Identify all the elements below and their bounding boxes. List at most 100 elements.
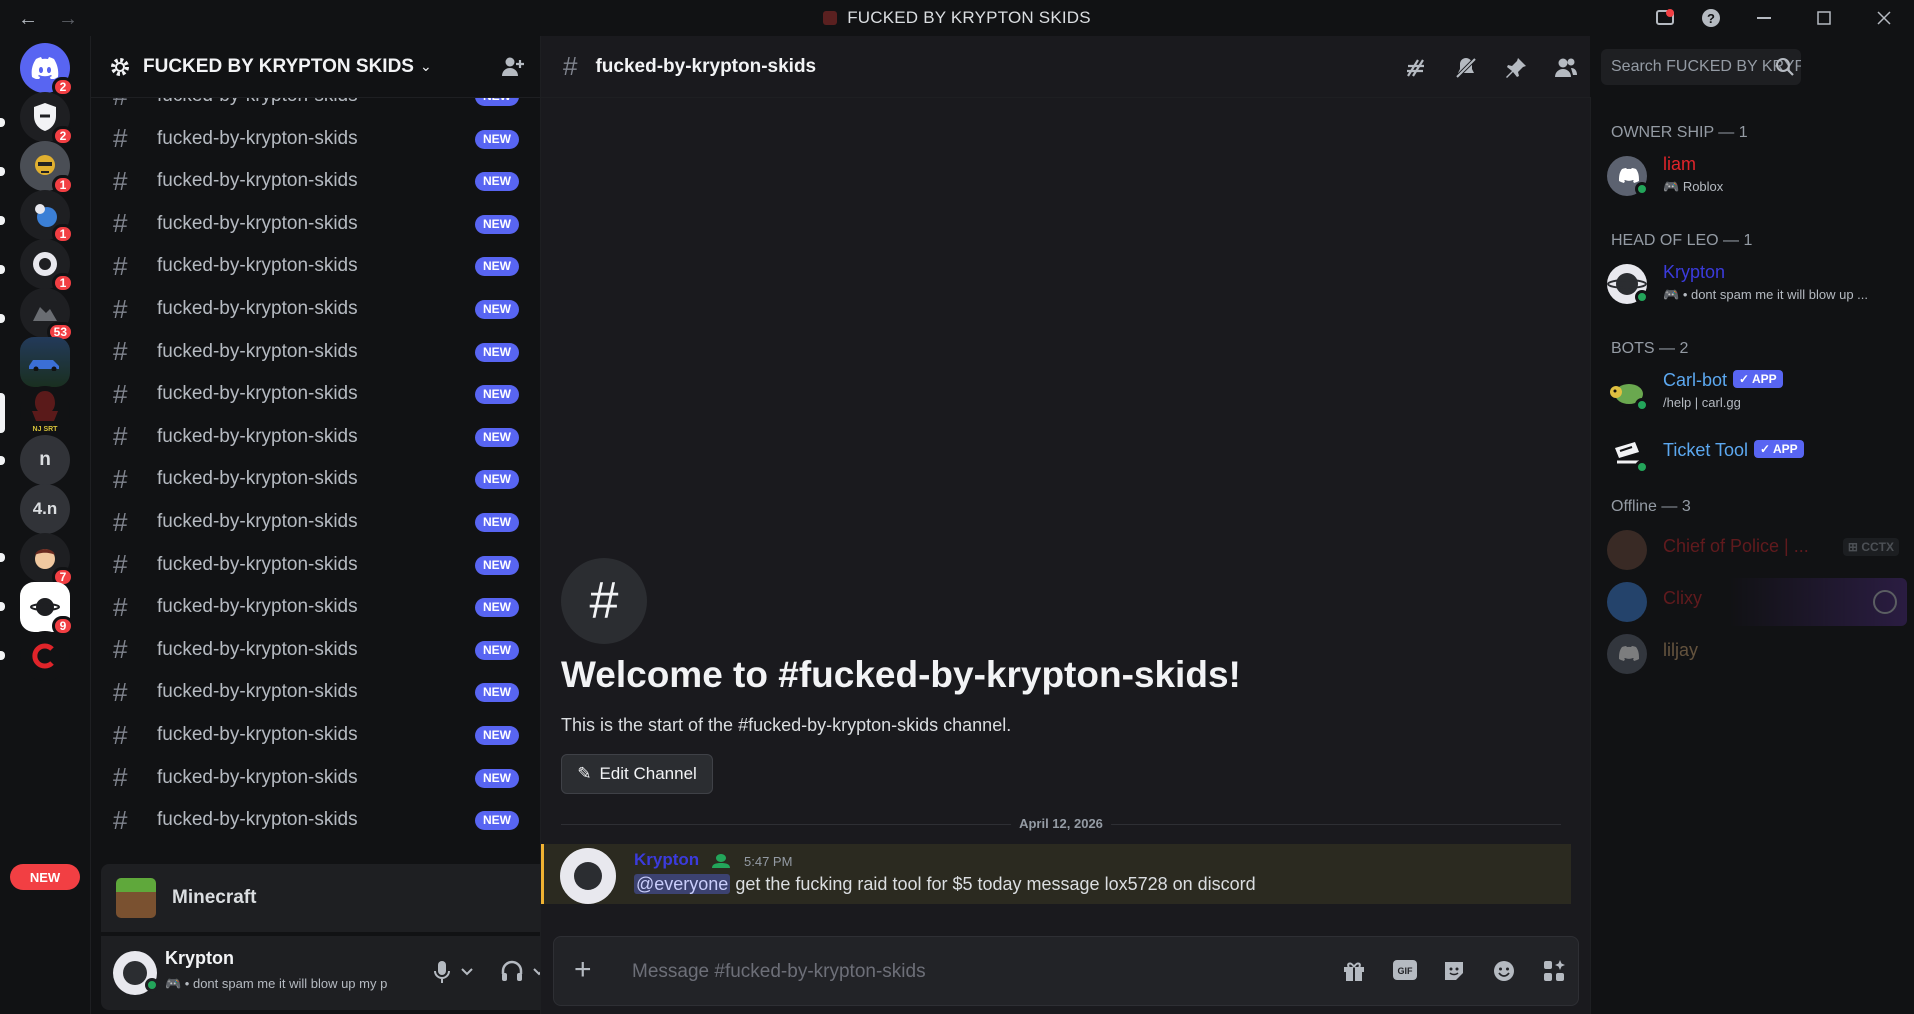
server-icon-shield[interactable]: 2 [20,92,74,146]
microphone-icon[interactable] [433,960,451,984]
text-channel-hash-icon: # [113,336,128,367]
server-icon-anime[interactable]: 7 [20,533,74,587]
server-icon-spaceship[interactable]: 9 [20,582,74,636]
member-item[interactable]: Krypton 🎮 • dont spam me it will blow up… [1607,260,1907,308]
new-channel-badge: NEW [475,640,519,660]
online-status-dot [1635,182,1649,196]
minimize-icon[interactable] [1734,0,1794,36]
edit-channel-label: Edit Channel [599,764,697,783]
add-attachment-icon[interactable]: + [574,953,592,987]
gift-icon[interactable] [1342,959,1366,983]
member-activity-text: Roblox [1682,179,1724,194]
server-icon-nj[interactable]: NJ SRT [20,386,70,436]
member-avatar [1607,582,1647,622]
member-activity-text: • dont spam me it will blow up ... [1682,287,1868,302]
user-status-text: dont spam me it will blow up my p [192,976,388,991]
new-channel-badge: NEW [475,768,519,788]
emoji-icon[interactable] [1492,959,1516,983]
channel-name: fucked-by-krypton-skids [157,468,358,490]
channel-item[interactable]: # fucked-by-krypton-skids NEW [101,98,531,116]
channel-item[interactable]: # fucked-by-krypton-skids NEW [101,800,531,840]
server-icon-character[interactable]: 1 [20,141,74,195]
channel-item[interactable]: # fucked-by-krypton-skids NEW [101,417,531,457]
channel-name: fucked-by-krypton-skids [157,255,358,277]
member-item[interactable]: Chief of Police | ... ⊞ CCTX [1607,526,1907,574]
text-channel-hash-icon: # [113,676,128,707]
channel-name: fucked-by-krypton-skids [157,425,358,447]
online-status-dot [1635,290,1649,304]
search-input[interactable]: Search FUCKED BY KRYPTON S... [1601,49,1801,85]
server-icon-n[interactable]: n [20,435,70,485]
maximize-icon[interactable] [1794,0,1854,36]
member-item[interactable]: liam 🎮 Roblox [1607,152,1907,200]
message-timestamp: 5:47 PM [744,854,793,869]
member-list: OWNER SHIP — 1 liam 🎮 Roblox HEAD OF LEO… [1590,98,1914,1014]
channel-item[interactable]: # fucked-by-krypton-skids NEW [101,459,531,499]
invite-people-icon[interactable] [501,56,525,78]
inbox-icon[interactable] [1642,0,1688,36]
message[interactable]: Krypton 5:47 PM @everyone get the fuckin… [541,844,1571,904]
new-channel-badge: NEW [475,811,519,831]
notification-settings-icon[interactable] [1454,56,1478,80]
app-badge-text: APP [1773,442,1798,456]
chat-area: # fucked-by-krypton-skids Search FUCKED … [540,36,1801,1014]
channel-item[interactable]: # fucked-by-krypton-skids NEW [101,332,531,372]
direct-messages-button[interactable]: 2 [20,43,74,97]
selected-server-pill [0,393,5,433]
close-icon[interactable] [1854,0,1914,36]
pinned-messages-icon[interactable] [1504,56,1528,80]
member-item[interactable]: Clixy [1607,578,1907,626]
channel-item[interactable]: # fucked-by-krypton-skids NEW [101,715,531,755]
channel-item[interactable]: # fucked-by-krypton-skids NEW [101,119,531,159]
server-icon-car[interactable] [20,337,70,387]
channel-item[interactable]: # fucked-by-krypton-skids NEW [101,758,531,798]
mic-options-chevron-icon[interactable] [461,968,473,976]
apps-icon[interactable] [1542,959,1566,983]
channel-item[interactable]: # fucked-by-krypton-skids NEW [101,587,531,627]
channel-item[interactable]: # fucked-by-krypton-skids NEW [101,630,531,670]
svg-text:NJ SRT: NJ SRT [33,426,59,433]
server-icon-ball[interactable]: 1 [20,190,74,244]
online-status-dot [145,978,159,992]
everyone-mention[interactable]: @everyone [634,874,731,894]
edit-channel-button[interactable]: ✎ Edit Channel [561,754,713,794]
channel-item[interactable]: # fucked-by-krypton-skids NEW [101,289,531,329]
new-unreads-pill[interactable]: NEW [10,864,80,890]
online-status-dot [1635,460,1649,474]
help-icon[interactable]: ? [1688,0,1734,36]
member-item[interactable]: Ticket Tool ✓ APP [1607,430,1907,478]
channel-item[interactable]: # fucked-by-krypton-skids NEW [101,161,531,201]
server-icon-rock[interactable]: 53 [20,288,74,342]
welcome-subtitle: This is the start of the #fucked-by-kryp… [561,715,1012,735]
server-header[interactable]: FUCKED BY KRYPTON SKIDS ⌄ [91,36,541,98]
member-item[interactable]: liljay [1607,630,1907,678]
server-icon-c[interactable] [20,631,70,681]
unread-pill [0,265,5,274]
member-item[interactable]: Carl-bot ✓ APP /help | carl.gg [1607,368,1907,416]
server-icon-4n[interactable]: 4.n [20,484,70,534]
channel-item[interactable]: # fucked-by-krypton-skids NEW [101,502,531,542]
channel-item[interactable]: # fucked-by-krypton-skids NEW [101,545,531,585]
message-avatar[interactable] [560,848,616,904]
user-custom-status: 🎮 • dont spam me it will blow up my p [165,976,388,991]
channel-item[interactable]: # fucked-by-krypton-skids NEW [101,672,531,712]
message-input[interactable]: Message #fucked-by-krypton-skids [632,961,926,983]
search-icon [1776,58,1794,76]
window-controls: ? [1642,0,1914,36]
channel-item[interactable]: # fucked-by-krypton-skids NEW [101,204,531,244]
threads-icon[interactable] [1404,56,1428,80]
channel-item[interactable]: # fucked-by-krypton-skids NEW [101,374,531,414]
role-icon [712,854,730,868]
gif-icon[interactable]: GIF [1392,959,1418,981]
sticker-icon[interactable] [1442,959,1466,983]
member-list-icon[interactable] [1554,56,1578,80]
controller-icon: 🎮 [165,976,182,991]
headphones-icon[interactable] [501,960,523,982]
text-channel-hash-icon: # [113,634,128,665]
message-text: get the fucking raid tool for $5 today m… [735,874,1256,894]
server-icon-emblem[interactable]: 1 [20,239,74,293]
member-activity-text: /help | carl.gg [1663,395,1741,410]
shield-icon [34,103,56,131]
message-author[interactable]: Krypton [634,850,699,870]
channel-item[interactable]: # fucked-by-krypton-skids NEW [101,246,531,286]
